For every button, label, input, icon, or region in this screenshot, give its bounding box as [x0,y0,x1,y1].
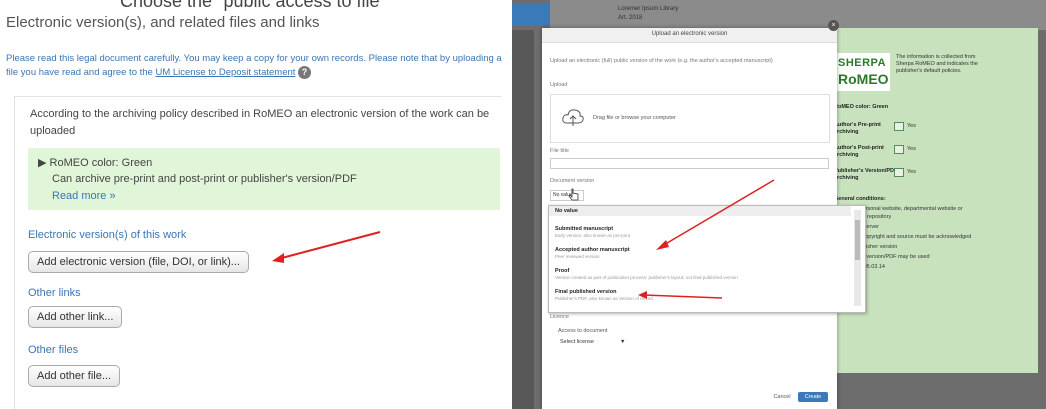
romeo-color-row[interactable]: ▶ RoMEO color: Green [38,156,152,169]
policy-text: According to the archiving policy descri… [30,108,490,137]
other-files-label: Other files [28,344,79,356]
other-links-label: Other links [28,287,81,299]
add-other-link-button[interactable]: Add other link... [28,306,123,328]
read-more-link[interactable]: Read more » [52,190,116,202]
romeo-color-label: RoMEO color: Green [49,157,153,169]
upload-screenshot: Loremer Ipsum Library Art. 2018 SHERPA R… [512,0,1046,409]
left-panel: Choose the "public access to file Electr… [0,0,510,409]
romeo-description: Can archive pre-print and post-print or … [52,173,357,185]
add-electronic-version-button[interactable]: Add electronic version (file, DOI, or li… [28,251,249,273]
cropped-header-text: Choose the "public access to file [120,0,380,11]
red-arrow-annotations [638,179,775,299]
red-arrow-annotation [272,231,381,263]
add-other-file-button[interactable]: Add other file... [28,365,120,387]
ev-section-label: Electronic version(s) of this work [28,229,187,241]
legal-notice: Please read this legal document carefull… [6,52,506,80]
expand-triangle-icon[interactable]: ▶ [38,157,46,169]
license-link[interactable]: UM License to Deposit statement [155,67,295,78]
romeo-info-box: ▶ RoMEO color: Green Can archive pre-pri… [28,148,500,210]
help-icon[interactable]: ? [298,66,312,79]
section-title: Electronic version(s), and related files… [6,14,320,31]
